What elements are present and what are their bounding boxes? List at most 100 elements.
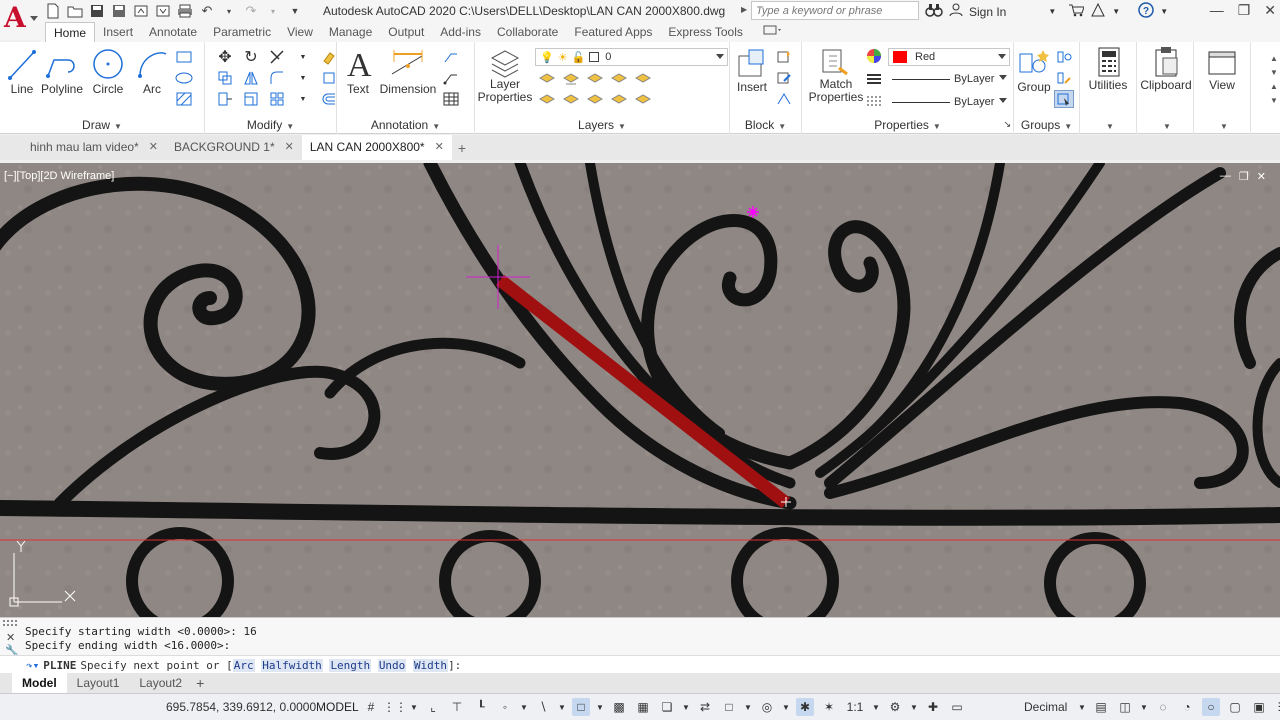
fillet-icon[interactable]: [267, 69, 287, 87]
open-folder-icon[interactable]: [66, 2, 84, 20]
linetype-dropdown[interactable]: ByLayer: [888, 93, 1010, 111]
draw-panel-title[interactable]: Draw ▼: [0, 118, 204, 132]
trim-dropdown-icon[interactable]: ▼: [293, 48, 313, 66]
infer-constraints-icon[interactable]: ⌞: [424, 698, 442, 716]
transparency-icon[interactable]: ▦: [634, 698, 652, 716]
dynamic-ucs-dropdown-icon[interactable]: ▼: [744, 698, 752, 716]
ribbon-tab-collaborate[interactable]: Collaborate: [489, 22, 566, 42]
hatch-icon[interactable]: [174, 90, 194, 108]
utilities-panel[interactable]: Utilities ▼: [1080, 42, 1137, 134]
array-icon[interactable]: [267, 90, 287, 108]
sign-in-link[interactable]: Sign In: [969, 5, 1006, 19]
clipboard-panel[interactable]: Clipboard ▼: [1137, 42, 1194, 134]
layout-tab-layout1[interactable]: Layout1: [67, 673, 130, 693]
undo-dropdown-icon[interactable]: ▾: [220, 2, 238, 20]
ribbon-tab-home[interactable]: Home: [45, 22, 96, 42]
fullscreen-icon[interactable]: ▣: [1250, 698, 1268, 716]
stretch-icon[interactable]: [215, 90, 235, 108]
minimize-icon[interactable]: —: [1210, 2, 1224, 19]
circle-tool[interactable]: Circle: [90, 46, 126, 96]
polyline-tool[interactable]: Polyline: [41, 46, 83, 96]
ribbon-scroll[interactable]: ▲ ▼ ▲ ▼: [1270, 52, 1278, 122]
ellipse-icon[interactable]: [174, 69, 194, 87]
ribbon-tab-view[interactable]: View: [279, 22, 321, 42]
lineweight-icon[interactable]: [866, 72, 882, 89]
ribbon-tab-manage[interactable]: Manage: [321, 22, 380, 42]
save-icon[interactable]: [88, 2, 106, 20]
workspace-dropdown-icon[interactable]: ▼: [910, 698, 918, 716]
a360-icon[interactable]: [1090, 2, 1106, 20]
group-edit-icon[interactable]: [1054, 69, 1074, 87]
isodraft-dropdown-icon[interactable]: ▼: [558, 698, 566, 716]
scale-icon[interactable]: [241, 90, 261, 108]
workspace-gear-icon[interactable]: ⚙: [886, 698, 904, 716]
command-close-icon[interactable]: ✕: [6, 631, 15, 644]
drawing-canvas[interactable]: [0, 163, 1280, 617]
redo-dropdown-icon[interactable]: ▾: [264, 2, 282, 20]
multileader-icon[interactable]: [441, 69, 461, 87]
isodraft-icon[interactable]: ∖: [534, 698, 552, 716]
color-dropdown[interactable]: Red: [888, 48, 1010, 66]
insert-block-tool[interactable]: Insert: [734, 46, 770, 94]
linetype-icon[interactable]: [866, 94, 882, 111]
layer-tool-icon-2[interactable]: [561, 70, 581, 88]
new-file-icon[interactable]: [44, 2, 62, 20]
edit-block-icon[interactable]: [774, 69, 794, 87]
close-tab-icon[interactable]: ✕: [285, 135, 294, 160]
command-line-grip[interactable]: [3, 620, 17, 626]
model-space-toggle[interactable]: MODEL: [316, 700, 359, 714]
table-icon[interactable]: [441, 90, 461, 108]
layer-tool-icon-10[interactable]: [633, 91, 653, 109]
customize-qat-icon[interactable]: ▼: [286, 2, 304, 20]
viewport-close-icon[interactable]: ✕: [1257, 170, 1266, 183]
snap-dropdown-icon[interactable]: ▼: [410, 698, 418, 716]
line-tool[interactable]: Line: [6, 46, 38, 96]
help-icon[interactable]: ?: [1138, 2, 1154, 21]
restore-icon[interactable]: ❐: [1238, 2, 1251, 19]
mirror-icon[interactable]: [241, 69, 261, 87]
isolate-objects-icon[interactable]: ◌: [1154, 698, 1172, 716]
ribbon-tab-insert[interactable]: Insert: [95, 22, 141, 42]
properties-panel-title[interactable]: Properties ▼ ↘: [802, 118, 1013, 132]
units-dropdown[interactable]: Decimal: [1024, 700, 1067, 714]
selection-dropdown-icon[interactable]: ▼: [682, 698, 690, 716]
redo-icon[interactable]: ↷: [242, 2, 260, 20]
viewport-controls-label[interactable]: [−][Top][2D Wireframe]: [4, 170, 114, 182]
sign-in-dropdown-icon[interactable]: ▼: [1048, 7, 1056, 16]
annotation-panel-title[interactable]: Annotation ▼: [337, 118, 474, 132]
option-halfwidth[interactable]: Halfwidth: [261, 658, 323, 672]
offset-icon[interactable]: [319, 90, 339, 108]
command-input[interactable]: ↷▾ PLINE Specify next point or [ Arc Hal…: [0, 655, 1280, 674]
layer-tool-icon-7[interactable]: [561, 91, 581, 109]
polar-tracking-icon[interactable]: ◦: [496, 698, 514, 716]
create-block-icon[interactable]: [774, 48, 794, 66]
auto-scale-icon[interactable]: ✶: [820, 698, 838, 716]
option-length[interactable]: Length: [329, 658, 372, 672]
ungroup-icon[interactable]: [1054, 48, 1074, 66]
view-dropdown[interactable]: ▼: [1194, 118, 1250, 132]
search-expand-icon[interactable]: ▶: [741, 5, 747, 14]
ribbon-tab-featured-apps[interactable]: Featured Apps: [566, 22, 660, 42]
close-tab-icon[interactable]: ✕: [435, 135, 444, 160]
ribbon-tab-extra-icon[interactable]: [751, 22, 795, 42]
block-attribute-icon[interactable]: [774, 90, 794, 108]
file-tab[interactable]: hinh mau lam video* ✕: [22, 135, 166, 160]
object-snap-tracking-icon[interactable]: □: [572, 698, 590, 716]
grid-icon[interactable]: #: [362, 698, 380, 716]
viewport-minimize-icon[interactable]: —: [1220, 170, 1231, 183]
trim-icon[interactable]: [267, 48, 287, 66]
ribbon-tab-addins[interactable]: Add-ins: [432, 22, 489, 42]
rectangle-icon[interactable]: [174, 48, 194, 66]
lock-ui-icon[interactable]: ◫: [1116, 698, 1134, 716]
dynamic-ucs-icon[interactable]: □: [720, 698, 738, 716]
add-layout-icon[interactable]: +: [196, 675, 204, 691]
hardware-acceleration-icon[interactable]: ◔: [1178, 698, 1196, 716]
3d-osnap-icon[interactable]: ⇄: [696, 698, 714, 716]
arc-tool[interactable]: Arc: [134, 46, 170, 96]
recent-commands-icon[interactable]: ↷▾: [26, 659, 39, 672]
layer-tool-icon-6[interactable]: [537, 91, 557, 109]
search-input[interactable]: Type a keyword or phrase: [751, 1, 919, 20]
lineweight-toggle-icon[interactable]: ▩: [610, 698, 628, 716]
match-properties-tool[interactable]: Match Properties: [809, 46, 863, 104]
rotate-icon[interactable]: ↻: [241, 48, 261, 66]
